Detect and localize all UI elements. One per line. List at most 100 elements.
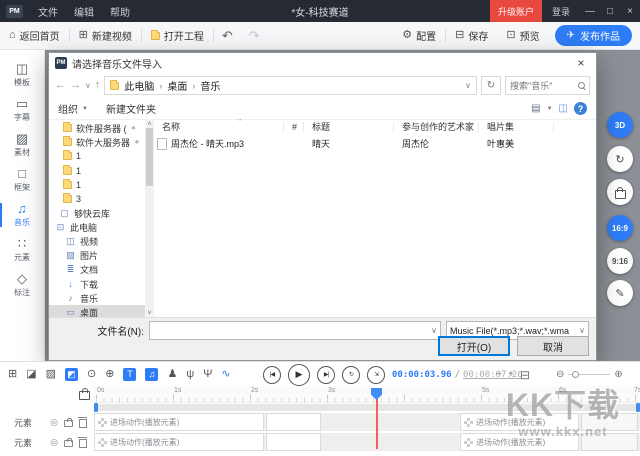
open-project-button[interactable]: 打开工程 [142,22,213,50]
tree-item-folder[interactable]: 1 [49,164,145,178]
zoom-in-plus-icon[interactable]: + [508,362,514,387]
tree-item-documents[interactable]: ≣ 文档 [49,263,145,277]
prev-frame-button[interactable]: |◀ [263,365,281,384]
visibility-eye-icon[interactable]: ◎ [50,417,58,427]
lock-button[interactable] [607,179,633,205]
view-dropdown-icon[interactable]: ▼ [547,106,553,112]
tree-item-music[interactable]: ♪ 音乐 [49,291,145,305]
loop-button[interactable]: ↻ [342,365,360,384]
nav-forward-icon[interactable]: → [70,80,81,91]
tree-item-folder[interactable]: 1 [49,178,145,192]
breadcrumb-desktop[interactable]: 桌面 [167,78,187,93]
timeline-clip[interactable]: 进场动作(播放元素) [460,433,579,451]
track-lock-icon[interactable] [64,418,73,427]
tree-scrollbar[interactable]: ∧ ∨ [145,119,154,317]
tree-item-folder[interactable]: 3 [49,192,145,206]
timeline-ruler[interactable]: 0s 1s 2s 3s 5s 6s 7s [94,386,640,403]
file-row[interactable]: 周杰伦 - 晴天.mp3 晴天 周杰伦 叶惠美 [154,135,596,152]
sidebar-item-music[interactable]: ♫ 音乐 [0,198,45,232]
menu-file[interactable]: 文件 [30,0,66,22]
scrollbar-thumb[interactable] [146,128,153,186]
image-track-icon[interactable]: ◪ [26,369,36,380]
config-button[interactable]: ⚙ 配置 [393,22,445,50]
publish-button[interactable]: ✈ 发布作品 [554,25,632,46]
zoom-out-icon[interactable]: ⊖ [556,369,564,380]
sidebar-item-subtitle[interactable]: ▭ 字幕 [0,93,45,127]
picture-icon[interactable]: ▨ [46,369,56,380]
next-frame-button[interactable]: ▶| [317,365,335,384]
organize-button[interactable]: 组织 [58,101,78,116]
cancel-button[interactable]: 取消 [517,336,589,356]
timeline-clip[interactable] [266,413,321,431]
scroll-up-icon[interactable]: ∧ [147,120,151,127]
nav-dropdown-icon[interactable]: ∨ [85,81,91,90]
rotate-button[interactable]: ↻ [607,146,633,172]
nav-back-icon[interactable]: ← [55,80,66,91]
tree-item-folder[interactable]: 1 [49,149,145,163]
play-button[interactable]: ▶ [288,363,310,386]
maximize-icon[interactable]: □ [600,0,620,22]
breadcrumb-music[interactable]: 音乐 [200,78,220,93]
ratio-9-16-button[interactable]: 9:16 [607,248,633,274]
sidebar-item-annotation[interactable]: ◇ 标注 [0,268,45,302]
zoom-out-minus-icon[interactable]: − [496,362,502,387]
new-folder-button[interactable]: 新建文件夹 [106,101,156,116]
filename-input[interactable] [150,325,432,336]
timeline-clip[interactable]: 进场动作(播放元素) [460,413,579,431]
fit-timeline-icon[interactable]: ⊟ [520,362,530,387]
audio-wave-icon[interactable]: ∿ [221,369,230,380]
dialog-close-icon[interactable]: × [566,53,596,73]
video-track-icon[interactable]: ⊞ [8,369,17,380]
mic-stand-icon[interactable]: ψ [186,369,194,380]
track-lock-icon[interactable] [64,438,73,447]
trash-icon[interactable] [78,436,87,448]
save-button[interactable]: ⊟ 保存 [446,22,497,50]
preview-pane-icon[interactable]: ◫ [559,103,568,114]
undo-icon[interactable]: ↶ [214,28,241,44]
timeline-clip[interactable]: 进场动作(播放元素) [94,413,264,431]
refresh-icon[interactable]: ↻ [481,76,501,95]
trash-icon[interactable] [78,416,87,428]
menu-help[interactable]: 帮助 [102,0,138,22]
tree-item-folder[interactable]: 软件服务器 (∗ [49,121,145,135]
track-lane[interactable]: 进场动作(播放元素) 进场动作(播放元素) [94,413,640,431]
nav-up-icon[interactable]: ↑ [95,80,101,91]
minimize-icon[interactable]: — [580,0,600,22]
timeline-clip[interactable] [266,433,321,451]
menu-edit[interactable]: 编辑 [66,0,102,22]
range-handle-right[interactable] [636,403,640,412]
tree-item-desktop[interactable]: ▭ 桌面 [49,305,145,317]
view-list-icon[interactable]: ▤ [531,103,540,114]
sidebar-item-element[interactable]: ∷ 元素 [0,233,45,267]
figure-icon[interactable]: ♟ [167,369,177,380]
tree-item-cloud[interactable]: ▢ 够快云库 [49,206,145,220]
filename-combo[interactable]: ∨ [149,321,441,340]
timeline-lock-icon[interactable] [79,388,90,400]
tree-item-downloads[interactable]: ↓ 下载 [49,277,145,291]
music-tool-icon[interactable]: ♫ [145,368,159,381]
ratio-16-9-button[interactable]: 16:9 [607,215,633,241]
timeline-clip[interactable]: 进场动作(播放元素) [94,433,264,451]
text-tool-icon[interactable]: T [123,368,137,381]
tree-item-videos[interactable]: ◫ 视频 [49,235,145,249]
back-home-button[interactable]: ⌂ 返回首页 [0,22,69,50]
help-icon[interactable]: ? [574,102,587,115]
edit-button[interactable]: ✎ [607,280,633,306]
open-button[interactable]: 打开(O) [438,336,510,356]
timeline-clip[interactable] [581,413,638,431]
sidebar-item-frame[interactable]: □ 框架 [0,163,45,197]
breadcrumb-this-pc[interactable]: 此电脑 [124,78,154,93]
tree-item-pictures[interactable]: ▨ 图片 [49,249,145,263]
column-album[interactable]: 唱片集 [479,121,554,133]
zoom-in-icon[interactable]: ⊕ [614,369,622,380]
fullscreen-button[interactable]: ⇲ [367,365,385,384]
column-artist[interactable]: 参与创作的艺术家 [394,121,479,133]
new-video-button[interactable]: ⊞ 新建视频 [70,22,141,50]
upgrade-account-button[interactable]: 升级账户 [489,0,542,22]
timeline-clip[interactable] [581,433,638,451]
overlay-icon[interactable]: ◩ [65,368,79,381]
close-icon[interactable]: × [620,0,640,22]
breadcrumb[interactable]: 此电脑 › 桌面 › 音乐 ∨ [104,76,477,95]
3d-button[interactable]: 3D [607,112,633,138]
visibility-eye-icon[interactable]: ◎ [50,437,58,447]
